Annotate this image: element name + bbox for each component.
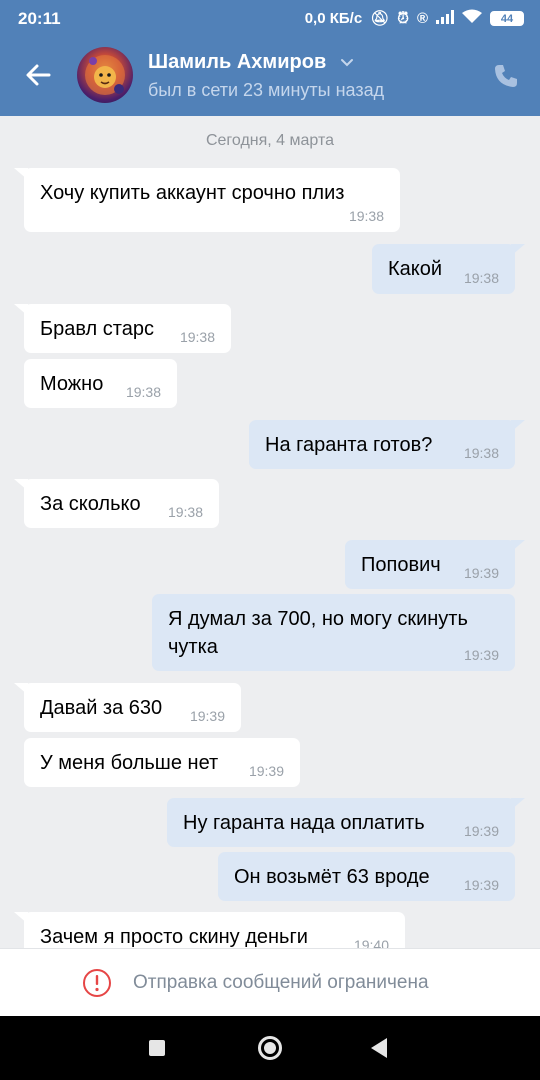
message-time: 19:39 xyxy=(463,823,499,839)
message-time: 19:39 xyxy=(463,877,499,893)
message-time: 19:39 xyxy=(463,647,499,663)
message-time: 19:39 xyxy=(463,565,499,581)
message-text: Давай за 630 xyxy=(40,697,163,719)
network-speed: 0,0 КБ/с xyxy=(304,10,363,27)
status-time: 20:11 xyxy=(18,9,61,28)
bubble-tail xyxy=(14,304,28,316)
date-separator: Сегодня, 4 марта xyxy=(205,132,335,149)
message-text: Бравл старс xyxy=(40,318,154,340)
contact-name[interactable]: Шамиль Ахмиров xyxy=(148,51,326,74)
message-list[interactable]: Сегодня, 4 марта Хочу купить аккаунт сро… xyxy=(0,116,540,948)
bubble-tail xyxy=(511,244,525,256)
message-outgoing[interactable]: Он возьмёт 63 вроде 19:39 xyxy=(218,852,515,901)
message-text-line-2: чутка xyxy=(168,636,218,658)
message-text: Можно xyxy=(40,373,104,395)
arrow-left-icon xyxy=(26,64,51,86)
message-time: 19:39 xyxy=(189,708,225,724)
contact-status: был в сети 23 минуты назад xyxy=(148,80,385,100)
lion-avatar-icon xyxy=(85,55,125,95)
recents-button[interactable] xyxy=(149,1040,165,1056)
message-text: Хочу купить аккаунт срочно плиз xyxy=(40,182,345,204)
status-icons: 0,0 КБ/с 🔕︎ ⏰︎ ® 44 xyxy=(305,9,524,28)
message-outgoing[interactable]: На гаранта готов? 19:38 xyxy=(249,420,525,469)
battery-icon: 44 xyxy=(490,11,524,26)
message-time: 19:39 xyxy=(248,763,284,779)
message-text: У меня больше нет xyxy=(40,752,219,774)
chevron-down-icon[interactable] xyxy=(340,56,354,70)
message-text: Он возьмёт 63 вроде xyxy=(234,866,430,888)
message-incoming[interactable]: Зачем я просто скину деньги 19:40 xyxy=(14,912,405,948)
message-time: 19:40 xyxy=(353,937,389,948)
message-time: 19:38 xyxy=(179,329,215,345)
system-nav-bar xyxy=(0,1016,540,1080)
message-incoming[interactable]: Давай за 630 19:39 xyxy=(14,683,241,732)
bubble-tail xyxy=(511,798,525,810)
message-text: Попович xyxy=(361,554,441,576)
wifi-icon xyxy=(462,9,482,28)
alarm-icon: ⏰︎ xyxy=(397,9,409,27)
message-incoming[interactable]: У меня больше нет 19:39 xyxy=(24,738,300,787)
message-incoming[interactable]: Можно 19:38 xyxy=(24,359,177,408)
message-outgoing[interactable]: Я думал за 700, но могу скинуть чутка 19… xyxy=(152,594,515,671)
signal-icon xyxy=(436,9,454,28)
message-restricted-bar: Отправка сообщений ограничена xyxy=(0,948,540,1016)
message-text: Зачем я просто скину деньги xyxy=(40,926,308,948)
restricted-text: Отправка сообщений ограничена xyxy=(133,972,429,993)
registered-icon: ® xyxy=(416,9,428,27)
message-time: 19:38 xyxy=(125,384,161,400)
message-text: Ну гаранта нада оплатить xyxy=(183,812,425,834)
bubble-tail xyxy=(14,912,28,924)
status-bar: 20:11 0,0 КБ/с 🔕︎ ⏰︎ ® 44 xyxy=(0,0,540,36)
message-outgoing[interactable]: Какой 19:38 xyxy=(372,244,525,294)
message-incoming[interactable]: За сколько 19:38 xyxy=(14,479,219,528)
avatar[interactable] xyxy=(77,47,133,103)
back-button[interactable] xyxy=(22,58,56,92)
message-incoming[interactable]: Хочу купить аккаунт срочно плиз 19:38 xyxy=(14,168,400,232)
message-time: 19:38 xyxy=(463,270,499,286)
message-text: На гаранта готов? xyxy=(265,434,433,456)
bubble-tail xyxy=(14,168,28,180)
message-time: 19:38 xyxy=(463,445,499,461)
bubble-tail xyxy=(511,540,525,552)
message-time: 19:38 xyxy=(167,504,203,520)
message-text: Какой xyxy=(388,258,443,280)
bubble-tail xyxy=(14,479,28,491)
message-time: 19:38 xyxy=(348,208,384,224)
phone-icon[interactable] xyxy=(493,63,519,89)
message-text: За сколько xyxy=(40,493,141,515)
warning-icon xyxy=(83,969,111,997)
message-text-line-1: Я думал за 700, но могу скинуть xyxy=(168,608,468,630)
bubble-tail xyxy=(14,683,28,695)
back-nav-button[interactable] xyxy=(371,1038,387,1058)
chat-header: Шамиль Ахмиров был в сети 23 минуты наза… xyxy=(0,36,540,116)
home-button[interactable] xyxy=(258,1036,282,1060)
message-incoming[interactable]: Бравл старс 19:38 xyxy=(14,304,231,353)
bubble-tail xyxy=(511,420,525,432)
message-outgoing[interactable]: Попович 19:39 xyxy=(345,540,525,589)
message-outgoing[interactable]: Ну гаранта нада оплатить 19:39 xyxy=(167,798,525,847)
mute-icon: 🔕︎ xyxy=(370,9,390,27)
